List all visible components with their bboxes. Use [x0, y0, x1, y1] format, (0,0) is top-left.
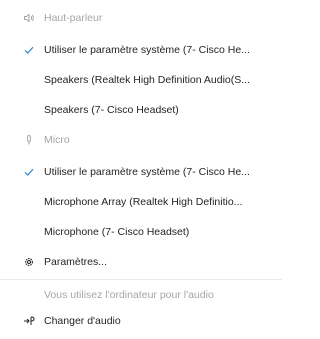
- settings-label: Paramètres...: [44, 256, 108, 268]
- speaker-option-label: Speakers (7- Cisco Headset): [44, 104, 179, 116]
- speaker-option-cisco-headset[interactable]: Speakers (7- Cisco Headset): [0, 97, 282, 123]
- micro-option-realtek-array[interactable]: Microphone Array (Realtek High Definitio…: [0, 189, 282, 215]
- micro-option-cisco-headset[interactable]: Microphone (7- Cisco Headset): [0, 219, 282, 245]
- micro-option-label: Microphone (7- Cisco Headset): [44, 226, 190, 238]
- audio-source-notice-label: Vous utilisez l'ordinateur pour l'audio: [44, 289, 214, 301]
- change-audio-label: Changer d'audio: [44, 315, 121, 327]
- menu-divider: [0, 279, 282, 280]
- speaker-option-label: Utiliser le paramètre système (7- Cisco …: [44, 44, 250, 56]
- micro-section-label: Micro: [44, 134, 70, 146]
- speakers-section-label: Haut-parleur: [44, 12, 103, 24]
- micro-section-header: Micro: [0, 127, 282, 153]
- speakers-section-header: Haut-parleur: [0, 5, 282, 31]
- audio-device-menu: Haut-parleur Utiliser le paramètre systè…: [0, 0, 282, 339]
- micro-option-label: Microphone Array (Realtek High Definitio…: [44, 196, 243, 208]
- microphone-icon: [22, 133, 36, 147]
- settings-menu-item[interactable]: Paramètres...: [0, 249, 282, 275]
- checkmark-icon: [22, 165, 36, 179]
- micro-option-system-default[interactable]: Utiliser le paramètre système (7- Cisco …: [0, 159, 282, 185]
- change-audio-menu-item[interactable]: Changer d'audio: [0, 308, 282, 334]
- audio-source-notice: Vous utilisez l'ordinateur pour l'audio: [0, 282, 282, 308]
- speaker-option-realtek[interactable]: Speakers (Realtek High Definition Audio(…: [0, 67, 282, 93]
- micro-option-label: Utiliser le paramètre système (7- Cisco …: [44, 166, 250, 178]
- gear-icon: [22, 255, 36, 269]
- speaker-option-label: Speakers (Realtek High Definition Audio(…: [44, 74, 251, 86]
- checkmark-icon: [22, 43, 36, 57]
- speaker-icon: [22, 11, 36, 25]
- speaker-option-system-default[interactable]: Utiliser le paramètre système (7- Cisco …: [0, 37, 282, 63]
- switch-audio-icon: [22, 314, 36, 328]
